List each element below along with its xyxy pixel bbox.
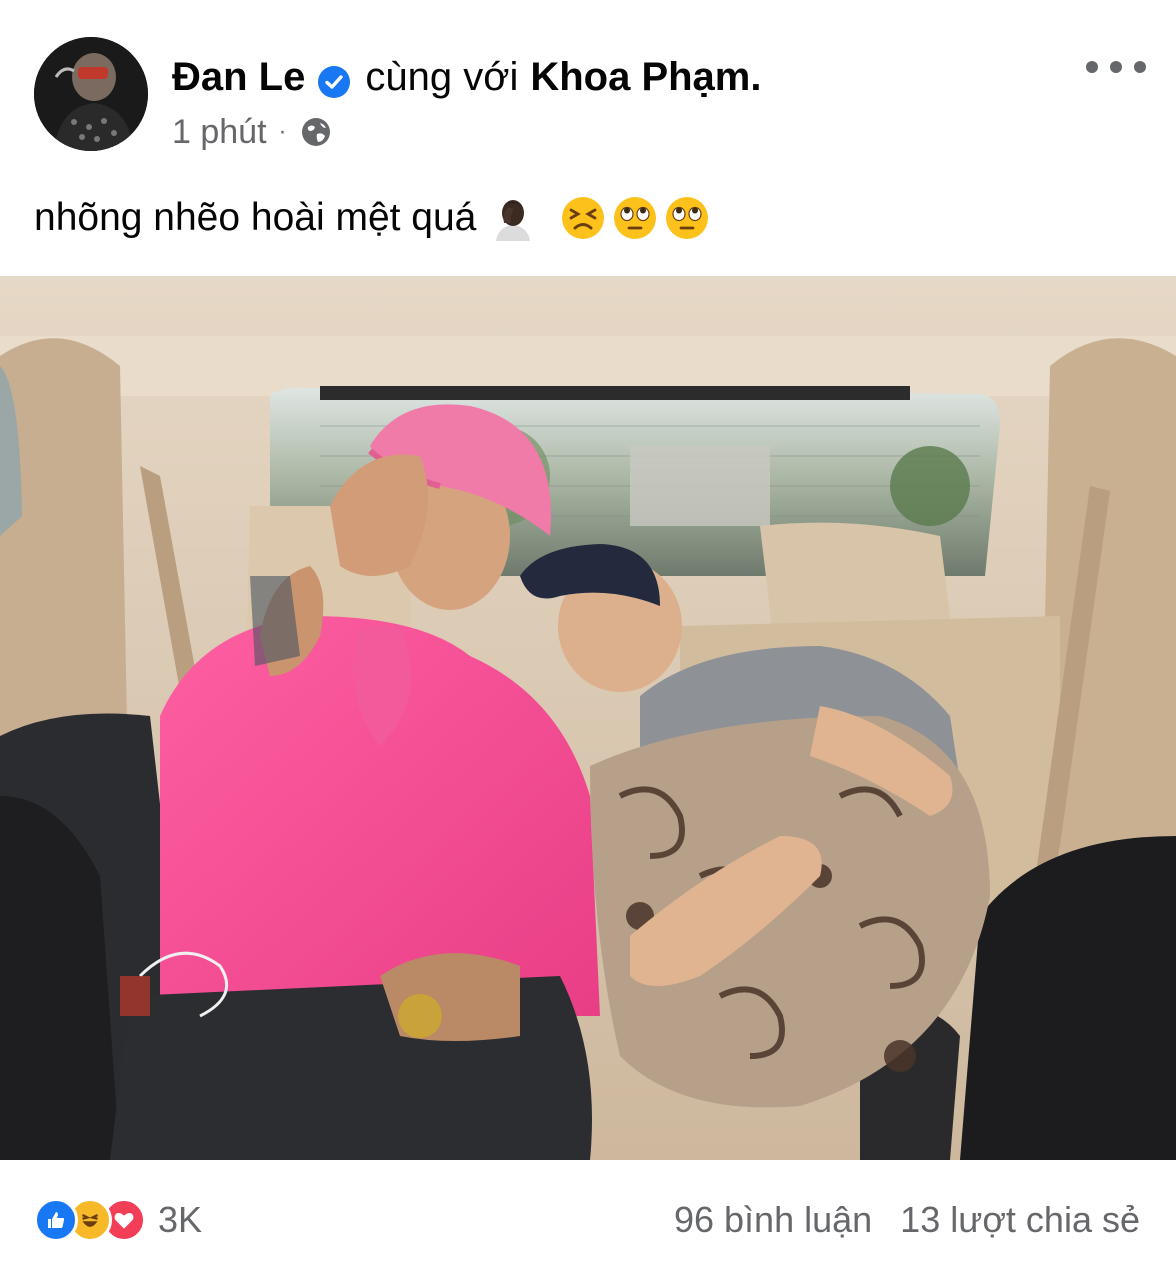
post-header: Đan Le cùng với Khoa Phạm.: [172, 52, 761, 102]
facebook-post: Đan Le cùng với Khoa Phạm. 1 phút · nhõn…: [0, 0, 1176, 1280]
comments-count-link[interactable]: 96 bình luận: [674, 1196, 872, 1244]
tired-face-emoji: [560, 195, 606, 241]
car-interior-photo: [0, 276, 1176, 1160]
with-text: cùng với: [365, 55, 519, 99]
verified-badge-icon: [317, 61, 351, 98]
more-options-icon[interactable]: [1086, 52, 1146, 82]
face-with-rolling-eyes-emoji: [612, 195, 658, 241]
caption-text: nhõng nhẽo hoài mệt quá: [34, 196, 477, 239]
post-stats: 96 bình luận 13 lượt chia sẻ: [674, 1196, 1140, 1244]
more-dot: [1086, 61, 1098, 73]
author-avatar[interactable]: [34, 37, 148, 151]
post-timestamp[interactable]: 1 phút: [172, 110, 267, 154]
meta-separator: ·: [278, 118, 287, 145]
author-name[interactable]: Đan Le: [172, 52, 305, 102]
reactions-summary[interactable]: 3K: [34, 1196, 202, 1244]
post-meta: 1 phút ·: [172, 110, 333, 154]
person-facepalming-emoji: [490, 195, 536, 241]
more-dot: [1134, 61, 1146, 73]
post-photo[interactable]: [0, 276, 1176, 1160]
face-with-rolling-eyes-emoji: [664, 195, 710, 241]
shares-count-link[interactable]: 13 lượt chia sẻ: [900, 1196, 1140, 1244]
tagged-person-name[interactable]: Khoa Phạm.: [530, 52, 761, 102]
like-reaction-icon: [34, 1198, 78, 1242]
globe-icon[interactable]: [299, 115, 333, 149]
avatar-image: [34, 37, 148, 151]
reaction-count[interactable]: 3K: [158, 1199, 202, 1241]
more-dot: [1110, 61, 1122, 73]
post-caption: nhõng nhẽo hoài mệt quá: [34, 192, 710, 244]
